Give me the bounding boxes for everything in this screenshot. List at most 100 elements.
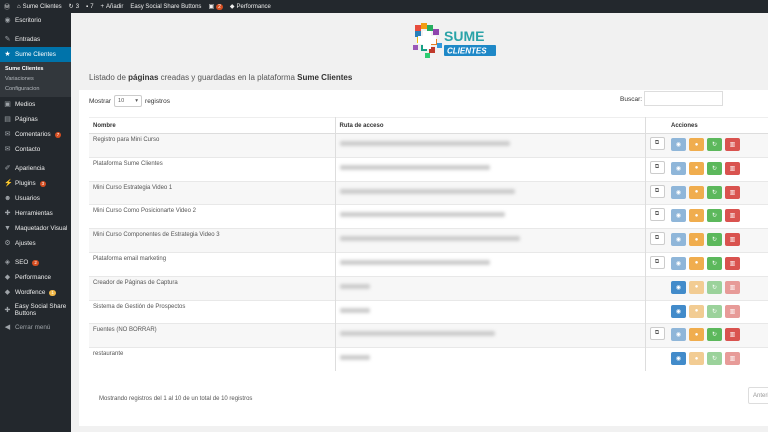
delete-button[interactable]: ▥ — [725, 256, 740, 270]
sidebar-item-comentarios[interactable]: ✉ Comentarios 7 — [0, 127, 71, 142]
sidebar-item-cerrar-men[interactable]: ◀ Cerrar menú — [0, 320, 71, 335]
delete-button[interactable]: ▥ — [725, 280, 740, 294]
logo-text-clientes: CLIENTES — [447, 47, 487, 56]
sync-button[interactable]: ↻ — [707, 328, 722, 342]
sync-button[interactable]: ↻ — [707, 352, 722, 366]
performance-link[interactable]: ◆ Performance — [230, 3, 271, 11]
updates-link[interactable]: ↻ 3 — [69, 3, 79, 11]
copy-link-button[interactable]: ⧉ — [649, 184, 665, 198]
sidebar-item-apariencia[interactable]: ✐ Apariencia — [0, 161, 71, 176]
view-button[interactable]: ◉ — [671, 233, 686, 247]
delete-button[interactable]: ▥ — [725, 233, 740, 247]
sync-button[interactable]: ↻ — [707, 256, 722, 270]
view-button[interactable]: ◉ — [671, 161, 686, 175]
sync-button[interactable]: ↻ — [707, 161, 722, 175]
site-name-link[interactable]: ⌂ Sume Clientes — [17, 4, 62, 10]
column-header-name[interactable]: Nombre — [89, 117, 336, 134]
pencil-icon: ● — [694, 308, 699, 315]
edit-button[interactable]: ● — [689, 352, 704, 366]
count-badge: 7 — [54, 131, 62, 138]
copy-link-button[interactable]: ⧉ — [649, 327, 665, 341]
copy-link-button[interactable]: ⧉ — [649, 255, 665, 269]
submenu-item[interactable]: Sume Clientes — [0, 64, 71, 74]
comments-link[interactable]: ▪ 7 — [86, 4, 93, 10]
wordpress-logo-icon[interactable]: Ⓦ — [4, 2, 10, 11]
view-button[interactable]: ◉ — [671, 256, 686, 270]
blurred-path — [339, 188, 515, 194]
sidebar-item-sume-clientes[interactable]: ★ Sume Clientes — [0, 47, 71, 62]
view-button[interactable]: ◉ — [671, 352, 686, 366]
copy-link-button[interactable]: ⧉ — [649, 137, 665, 150]
submenu-item[interactable]: Configuracion — [0, 84, 71, 94]
page-length-select[interactable]: 10 ▾ — [114, 95, 143, 107]
copy-link-button[interactable]: ⧉ — [649, 208, 665, 222]
submenu-item[interactable]: Variaciones — [0, 74, 71, 84]
table-row: Sistema de Gestión de Prospectos ◉ ● ↻ ▥ — [89, 299, 768, 324]
page-name-cell: Mini Curso Estrategia Video 1 — [89, 180, 336, 205]
edit-button[interactable]: ● — [689, 161, 704, 175]
sidebar-item-easy-social-share-buttons[interactable]: ✚ Easy Social Share Buttons — [0, 300, 71, 320]
view-button[interactable]: ◉ — [671, 209, 686, 223]
page-name-cell: restaurante — [89, 347, 336, 372]
essb-link[interactable]: Easy Social Share Buttons — [130, 4, 201, 10]
sync-button[interactable]: ↻ — [707, 209, 722, 223]
star-icon: ★ — [4, 51, 11, 58]
sidebar-item-p-ginas[interactable]: ▤ Páginas — [0, 112, 71, 127]
edit-button[interactable]: ● — [689, 280, 704, 294]
sync-button[interactable]: ↻ — [707, 304, 722, 318]
sync-button[interactable]: ↻ — [707, 185, 722, 199]
sidebar-item-wordfence[interactable]: ◆ Wordfence 1 — [0, 285, 71, 300]
edit-button[interactable]: ● — [689, 328, 704, 342]
page-path-cell — [335, 251, 646, 277]
sync-button[interactable]: ↻ — [707, 138, 722, 151]
edit-button[interactable]: ● — [689, 209, 704, 223]
sidebar-item-ajustes[interactable]: ⚙ Ajustes — [0, 236, 71, 251]
view-button[interactable]: ◉ — [671, 138, 686, 151]
edit-button[interactable]: ● — [689, 233, 704, 247]
sidebar-item-entradas[interactable]: ✎ Entradas — [0, 32, 71, 47]
search-input[interactable] — [644, 91, 723, 106]
sync-button[interactable]: ↻ — [707, 233, 722, 247]
sidebar-item-label: Medios — [15, 101, 36, 108]
new-content-link[interactable]: + Añadir — [101, 4, 124, 10]
sidebar-item-performance[interactable]: ◆ Performance — [0, 270, 71, 285]
delete-button[interactable]: ▥ — [725, 161, 740, 175]
blurred-path — [339, 307, 370, 313]
edit-button[interactable]: ● — [689, 185, 704, 199]
sidebar-item-contacto[interactable]: ✉ Contacto — [0, 142, 71, 157]
sidebar-item-seo[interactable]: ◈ SEO 2 — [0, 255, 71, 270]
edit-button[interactable]: ● — [689, 138, 704, 151]
delete-button[interactable]: ▥ — [725, 209, 740, 223]
sidebar-item-label: Contacto — [15, 146, 41, 153]
view-button[interactable]: ◉ — [671, 280, 686, 294]
sidebar-item-usuarios[interactable]: ☻ Usuarios — [0, 191, 71, 206]
sync-button[interactable]: ↻ — [707, 280, 722, 294]
view-button[interactable]: ◉ — [671, 185, 686, 199]
view-button[interactable]: ◉ — [671, 328, 686, 342]
previous-page-button[interactable]: Anterior — [748, 387, 768, 404]
copy-link-button[interactable]: ⧉ — [649, 160, 665, 174]
copy-link-button[interactable]: ⧉ — [649, 232, 665, 246]
page-name-cell: Registro para Mini Curso — [89, 133, 336, 158]
column-header-path[interactable]: Ruta de acceso — [335, 117, 646, 134]
delete-button[interactable]: ▥ — [725, 304, 740, 318]
notifications-link[interactable]: ▣ 2 — [208, 3, 223, 10]
table-info: Mostrando registros del 1 al 10 de un to… — [99, 396, 253, 402]
edit-button[interactable]: ● — [689, 256, 704, 270]
sidebar-item-maquetador-visual[interactable]: ▼ Maquetador Visual — [0, 221, 71, 236]
sidebar-item-escritorio[interactable]: ◉ Escritorio — [0, 13, 71, 28]
page-path-cell — [335, 204, 646, 229]
pencil-icon: ● — [694, 331, 699, 338]
sidebar-item-medios[interactable]: ▣ Medios — [0, 97, 71, 112]
sidebar-item-herramientas[interactable]: ✚ Herramientas — [0, 206, 71, 221]
view-button[interactable]: ◉ — [671, 304, 686, 318]
eye-icon: ◉ — [675, 142, 682, 148]
edit-button[interactable]: ● — [689, 304, 704, 318]
delete-button[interactable]: ▥ — [725, 328, 740, 342]
delete-button[interactable]: ▥ — [725, 185, 740, 199]
page-path-cell — [335, 347, 646, 372]
delete-button[interactable]: ▥ — [725, 352, 740, 366]
trash-icon: ▥ — [729, 213, 736, 220]
sidebar-item-plugins[interactable]: ⚡ Plugins 3 — [0, 176, 71, 191]
delete-button[interactable]: ▥ — [725, 138, 740, 151]
